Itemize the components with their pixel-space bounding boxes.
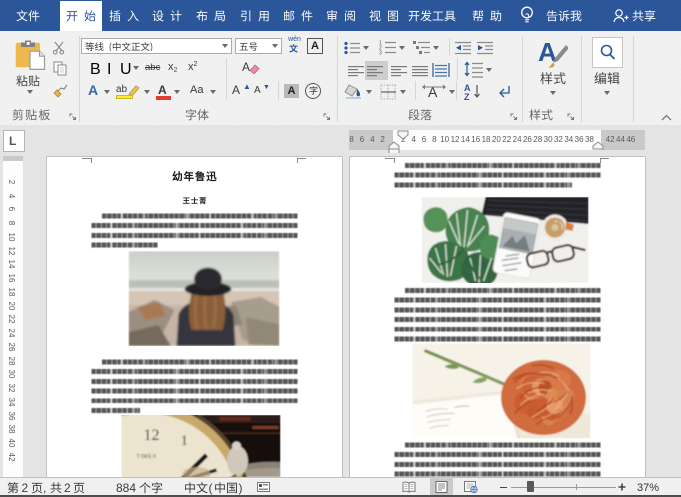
svg-text:3: 3 xyxy=(379,51,382,56)
svg-text:A: A xyxy=(428,84,438,100)
svg-text:Z: Z xyxy=(464,92,470,100)
svg-text:12: 12 xyxy=(143,427,159,444)
svg-text:TIMEX: TIMEX xyxy=(136,454,157,460)
svg-text:1: 1 xyxy=(180,433,188,449)
